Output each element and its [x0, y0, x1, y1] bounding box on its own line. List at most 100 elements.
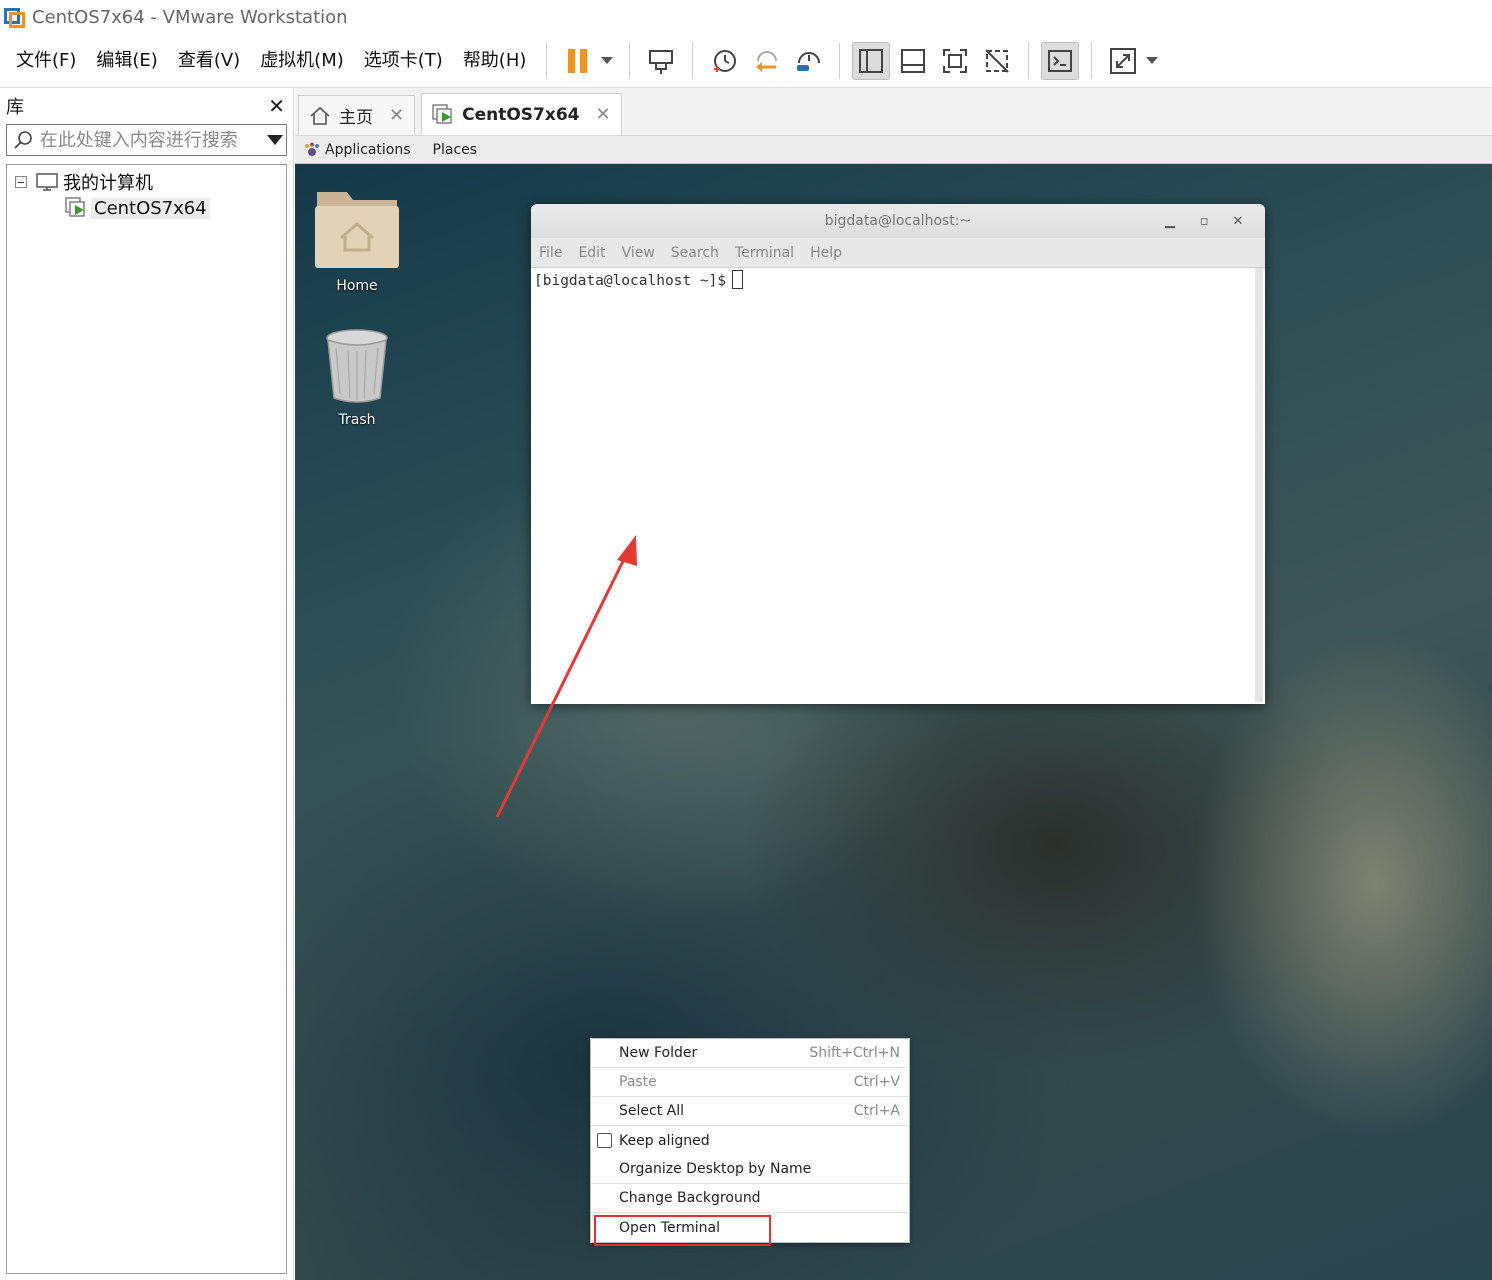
menu-edit[interactable]: 编辑(E): [86, 34, 167, 88]
tab-home-label: 主页: [339, 108, 373, 128]
desktop-context-menu: New Folder Shift+Ctrl+N Paste Ctrl+V Sel…: [590, 1038, 910, 1246]
unity-button[interactable]: [978, 42, 1016, 80]
menu-item-label: Select All: [619, 1103, 684, 1119]
menu-view[interactable]: 查看(V): [168, 34, 250, 88]
library-search: [6, 124, 287, 156]
library-search-input[interactable]: [39, 129, 265, 151]
window-title: CentOS7x64 - VMware Workstation: [32, 6, 348, 28]
applications-menu[interactable]: Applications: [303, 142, 411, 158]
tree-label-my-computer: 我的计算机: [63, 173, 153, 194]
desktop-icon-trash[interactable]: Trash: [302, 326, 412, 428]
terminal-menu-terminal[interactable]: Terminal: [735, 245, 794, 261]
stretch-guest-button[interactable]: [1104, 42, 1142, 80]
terminal-menu-edit[interactable]: Edit: [578, 245, 605, 261]
terminal-menu-file[interactable]: File: [539, 245, 562, 261]
minimize-icon[interactable]: ▁: [1153, 214, 1187, 229]
menu-item-label: Organize Desktop by Name: [619, 1161, 812, 1177]
pause-button[interactable]: [559, 42, 597, 80]
thumbnail-bar-button[interactable]: [894, 42, 932, 80]
tab-centos-label: CentOS7x64: [462, 104, 580, 125]
menu-file[interactable]: 文件(F): [6, 34, 86, 88]
menu-vm[interactable]: 虚拟机(M): [250, 34, 354, 88]
close-icon[interactable]: ✕: [389, 105, 404, 126]
checkbox-icon[interactable]: [597, 1133, 612, 1148]
thumbnail-bar-icon: [901, 48, 926, 73]
snapshot-manager-button[interactable]: [789, 42, 827, 80]
stretch-dropdown-caret[interactable]: [1146, 57, 1159, 64]
toolbar-separator: [839, 42, 841, 79]
send-ctrl-alt-del-icon: [649, 49, 674, 74]
tab-home[interactable]: 主页 ✕: [298, 95, 416, 135]
close-icon[interactable]: ✕: [1221, 214, 1255, 229]
library-tree: 我的计算机 CentOS7x64: [6, 164, 287, 1274]
menu-item-select-all[interactable]: Select All Ctrl+A: [591, 1097, 909, 1126]
menu-item-open-terminal[interactable]: Open Terminal: [591, 1213, 909, 1246]
maximize-icon[interactable]: ▫: [1187, 214, 1221, 229]
library-header: 库 ✕: [0, 88, 293, 124]
search-icon: [7, 130, 40, 150]
tree-item-my-computer[interactable]: 我的计算机: [7, 169, 286, 195]
guest-display[interactable]: Applications Places Home Trash bigdata@l…: [295, 136, 1492, 1280]
menu-item-organize-desktop[interactable]: Organize Desktop by Name: [591, 1155, 909, 1184]
gnome-foot-icon: [305, 142, 319, 156]
console-view-icon: [1048, 49, 1073, 72]
tree-label-centos: CentOS7x64: [91, 197, 210, 219]
desktop[interactable]: Home Trash bigdata@localhost:~ ▁ ▫ ✕ Fil…: [295, 164, 1492, 1280]
menu-item-change-background[interactable]: Change Background: [591, 1184, 909, 1213]
snapshot-take-button[interactable]: [705, 42, 743, 80]
menu-item-label: Change Background: [619, 1190, 761, 1206]
menu-item-new-folder[interactable]: New Folder Shift+Ctrl+N: [591, 1039, 909, 1068]
terminal-titlebar[interactable]: bigdata@localhost:~ ▁ ▫ ✕: [531, 204, 1265, 238]
snapshot-manager-icon: [797, 51, 821, 71]
gnome-top-bar: Applications Places: [295, 136, 1492, 164]
desktop-icon-home[interactable]: Home: [302, 186, 412, 294]
menu-item-label: Open Terminal: [619, 1219, 721, 1236]
terminal-menu-view[interactable]: View: [622, 245, 655, 261]
terminal-menu-search[interactable]: Search: [671, 245, 719, 261]
pause-icon: [568, 48, 588, 73]
terminal-scrollbar[interactable]: [1255, 268, 1263, 702]
snapshot-revert-button[interactable]: [747, 42, 785, 80]
show-library-button[interactable]: [852, 41, 891, 80]
search-dropdown-icon[interactable]: [265, 135, 286, 145]
tree-item-centos[interactable]: CentOS7x64: [7, 195, 286, 221]
toolbar-separator: [1028, 42, 1030, 79]
desktop-icon-home-label: Home: [336, 278, 378, 294]
close-icon[interactable]: ✕: [595, 104, 610, 125]
terminal-output[interactable]: [bigdata@localhost ~]$: [531, 268, 1265, 704]
snapshot-revert-icon: [756, 50, 778, 72]
terminal-menu-help[interactable]: Help: [810, 245, 842, 261]
snapshot-take-icon: [714, 49, 737, 72]
terminal-menubar: File Edit View Search Terminal Help: [531, 238, 1265, 268]
terminal-window[interactable]: bigdata@localhost:~ ▁ ▫ ✕ File Edit View…: [531, 204, 1265, 704]
desktop-icon-trash-label: Trash: [338, 412, 376, 428]
power-dropdown-caret[interactable]: [601, 57, 614, 64]
home-folder-icon: [315, 192, 399, 268]
menu-item-label: Keep aligned: [619, 1132, 710, 1149]
terminal-title: bigdata@localhost:~: [824, 213, 972, 229]
places-menu[interactable]: Places: [433, 142, 478, 158]
tab-centos[interactable]: CentOS7x64 ✕: [421, 93, 622, 135]
menu-tabs[interactable]: 选项卡(T): [354, 34, 453, 88]
menu-item-keep-aligned[interactable]: Keep aligned: [591, 1126, 909, 1155]
menu-help[interactable]: 帮助(H): [453, 34, 537, 88]
terminal-window-controls: ▁ ▫ ✕: [1153, 204, 1255, 238]
vm-running-icon: [65, 197, 85, 217]
toolbar-separator: [629, 42, 631, 79]
library-close-icon[interactable]: ✕: [268, 94, 285, 118]
menu-item-label: Paste: [619, 1074, 657, 1090]
collapse-icon[interactable]: [15, 176, 27, 188]
menu-item-label: New Folder: [619, 1045, 698, 1061]
computer-icon: [36, 173, 58, 191]
fullscreen-icon: [943, 48, 968, 73]
applications-label: Applications: [325, 141, 411, 158]
menu-item-shortcut: Shift+Ctrl+N: [809, 1045, 900, 1061]
terminal-cursor: [732, 270, 744, 289]
menu-item-shortcut: Ctrl+V: [853, 1074, 900, 1090]
menu-item-paste[interactable]: Paste Ctrl+V: [591, 1068, 909, 1097]
fullscreen-button[interactable]: [936, 42, 974, 80]
toolbar-separator: [1091, 42, 1093, 79]
console-view-button[interactable]: [1041, 41, 1080, 80]
send-ctrl-alt-del-button[interactable]: [642, 42, 680, 80]
vmware-logo-icon: [4, 6, 26, 28]
